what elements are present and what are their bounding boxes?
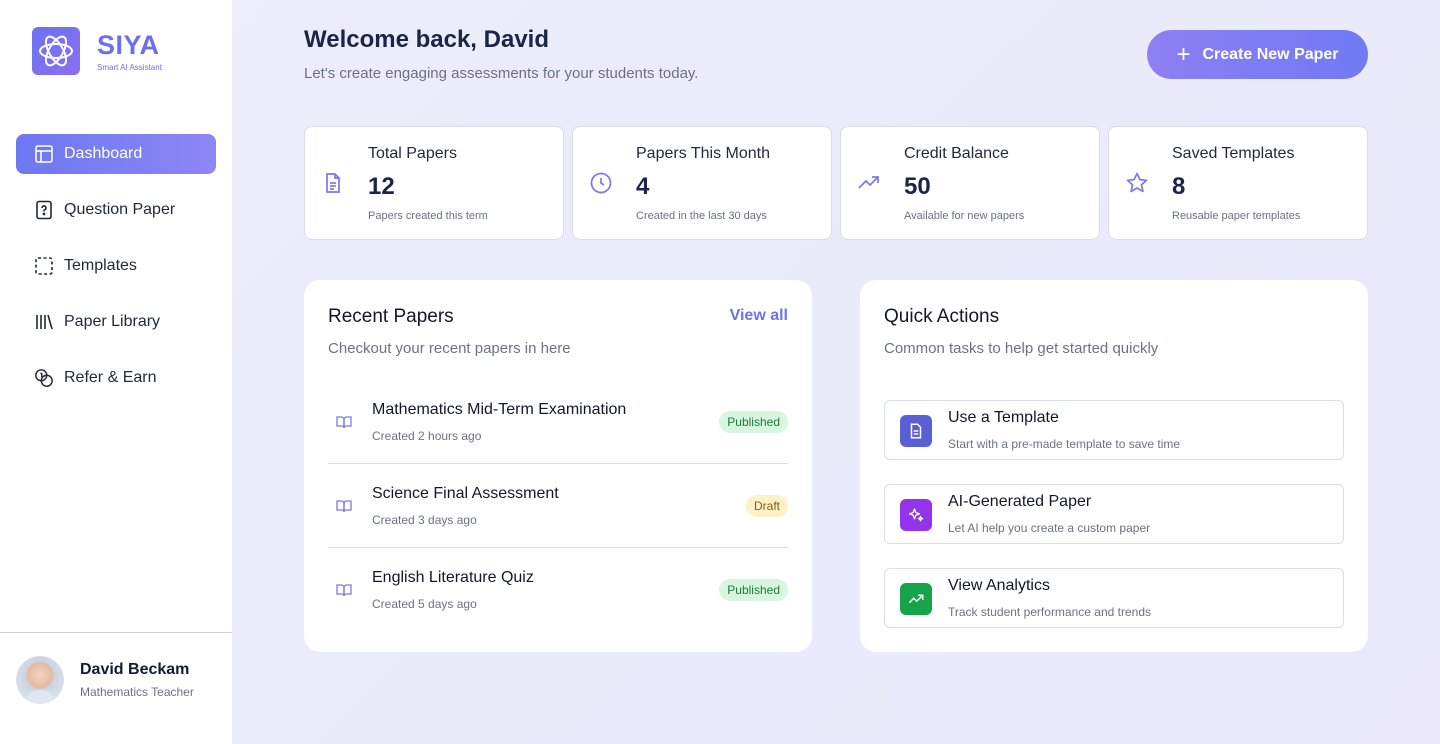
sparkles-icon bbox=[900, 499, 932, 531]
use-template-action[interactable]: Use a Template Start with a pre-made tem… bbox=[884, 400, 1344, 460]
document-icon bbox=[321, 171, 345, 195]
sidebar-nav: Dashboard Question Paper Templates Paper… bbox=[16, 134, 216, 414]
book-open-icon bbox=[336, 414, 352, 430]
card-title: Quick Actions bbox=[884, 306, 1000, 327]
brand-name: SIYA bbox=[97, 30, 160, 60]
sidebar-item-dashboard[interactable]: Dashboard bbox=[16, 134, 216, 174]
brand-tagline: Smart AI Assistant bbox=[97, 63, 162, 72]
create-button-label: Create New Paper bbox=[1202, 45, 1339, 63]
paper-time: Created 2 hours ago bbox=[372, 429, 482, 443]
library-icon bbox=[34, 312, 54, 332]
stat-value: 12 bbox=[368, 173, 395, 200]
plus-icon: + bbox=[1176, 40, 1191, 68]
sidebar-item-templates[interactable]: Templates bbox=[16, 246, 216, 286]
ai-generated-paper-action[interactable]: AI-Generated Paper Let AI help you creat… bbox=[884, 484, 1344, 544]
list-item[interactable]: Science Final Assessment Created 3 days … bbox=[328, 464, 788, 548]
sidebar-item-label: Templates bbox=[64, 257, 137, 274]
stat-card-total-papers: Total Papers 12 Papers created this term bbox=[304, 126, 564, 240]
page-subtitle: Let's create engaging assessments for yo… bbox=[304, 65, 699, 82]
stat-desc: Available for new papers bbox=[904, 210, 1025, 222]
trending-up-icon bbox=[857, 171, 881, 195]
paper-title: English Literature Quiz bbox=[372, 569, 534, 586]
atom-logo-icon bbox=[32, 27, 80, 75]
sidebar-item-refer-earn[interactable]: Refer & Earn bbox=[16, 358, 216, 398]
action-list: Use a Template Start with a pre-made tem… bbox=[884, 400, 1344, 652]
dashed-square-icon bbox=[34, 256, 54, 276]
avatar bbox=[16, 656, 64, 704]
paper-title: Mathematics Mid-Term Examination bbox=[372, 401, 627, 418]
status-badge: Draft bbox=[745, 495, 788, 517]
stat-label: Total Papers bbox=[368, 145, 457, 162]
action-title: Use a Template bbox=[948, 409, 1059, 426]
stat-value: 4 bbox=[636, 173, 650, 200]
sidebar-item-question-paper[interactable]: Question Paper bbox=[16, 190, 216, 230]
paper-time: Created 5 days ago bbox=[372, 597, 477, 611]
star-icon bbox=[1125, 171, 1149, 195]
status-badge: Published bbox=[719, 579, 788, 601]
sidebar-item-label: Dashboard bbox=[64, 145, 143, 162]
stat-value: 8 bbox=[1172, 173, 1186, 200]
card-subtitle: Common tasks to help get started quickly bbox=[884, 340, 1159, 357]
stat-value: 50 bbox=[904, 173, 931, 200]
stat-desc: Created in the last 30 days bbox=[636, 210, 767, 222]
book-open-icon bbox=[336, 582, 352, 598]
card-title: Recent Papers bbox=[328, 306, 454, 327]
stats-row: Total Papers 12 Papers created this term… bbox=[304, 126, 1376, 240]
trending-up-icon bbox=[900, 583, 932, 615]
clock-icon bbox=[589, 171, 613, 195]
action-desc: Start with a pre-made template to save t… bbox=[948, 437, 1181, 451]
paper-time: Created 3 days ago bbox=[372, 513, 477, 527]
sidebar-item-paper-library[interactable]: Paper Library bbox=[16, 302, 216, 342]
stat-card-saved-templates: Saved Templates 8 Reusable paper templat… bbox=[1108, 126, 1368, 240]
card-subtitle: Checkout your recent papers in here bbox=[328, 340, 571, 357]
stat-card-credit-balance: Credit Balance 50 Available for new pape… bbox=[840, 126, 1100, 240]
action-desc: Let AI help you create a custom paper bbox=[948, 521, 1151, 535]
sidebar-item-label: Paper Library bbox=[64, 313, 161, 330]
user-profile[interactable]: David Beckam Mathematics Teacher bbox=[16, 656, 194, 704]
brand[interactable]: SIYA Smart AI Assistant bbox=[32, 27, 162, 75]
sidebar-item-label: Question Paper bbox=[64, 201, 176, 218]
quick-actions-card: Quick Actions Common tasks to help get s… bbox=[860, 280, 1368, 652]
list-item[interactable]: Mathematics Mid-Term Examination Created… bbox=[328, 380, 788, 464]
view-analytics-action[interactable]: View Analytics Track student performance… bbox=[884, 568, 1344, 628]
action-title: AI-Generated Paper bbox=[948, 493, 1092, 510]
status-badge: Published bbox=[719, 411, 788, 433]
action-title: View Analytics bbox=[948, 577, 1050, 594]
stat-label: Papers This Month bbox=[636, 145, 770, 162]
stat-label: Credit Balance bbox=[904, 145, 1009, 162]
stat-card-papers-this-month: Papers This Month 4 Created in the last … bbox=[572, 126, 832, 240]
question-file-icon bbox=[34, 200, 54, 220]
profile-role: Mathematics Teacher bbox=[80, 685, 194, 699]
create-new-paper-button[interactable]: + Create New Paper bbox=[1147, 30, 1368, 79]
document-icon bbox=[900, 415, 932, 447]
paper-title: Science Final Assessment bbox=[372, 485, 559, 502]
list-item[interactable]: English Literature Quiz Created 5 days a… bbox=[328, 548, 788, 632]
view-all-link[interactable]: View all bbox=[730, 307, 788, 325]
stat-label: Saved Templates bbox=[1172, 145, 1295, 162]
sidebar-divider bbox=[0, 632, 232, 633]
book-open-icon bbox=[336, 498, 352, 514]
stat-desc: Papers created this term bbox=[368, 210, 488, 222]
profile-name: David Beckam bbox=[80, 661, 190, 678]
sidebar-item-label: Refer & Earn bbox=[64, 369, 157, 386]
recent-papers-card: Recent Papers Checkout your recent paper… bbox=[304, 280, 812, 652]
action-desc: Track student performance and trends bbox=[948, 605, 1151, 619]
coins-icon bbox=[34, 368, 54, 388]
sidebar: SIYA Smart AI Assistant Dashboard Questi… bbox=[0, 0, 232, 744]
layout-icon bbox=[34, 144, 54, 164]
paper-list: Mathematics Mid-Term Examination Created… bbox=[328, 380, 788, 632]
stat-desc: Reusable paper templates bbox=[1172, 210, 1301, 222]
page-title: Welcome back, David bbox=[304, 26, 549, 53]
